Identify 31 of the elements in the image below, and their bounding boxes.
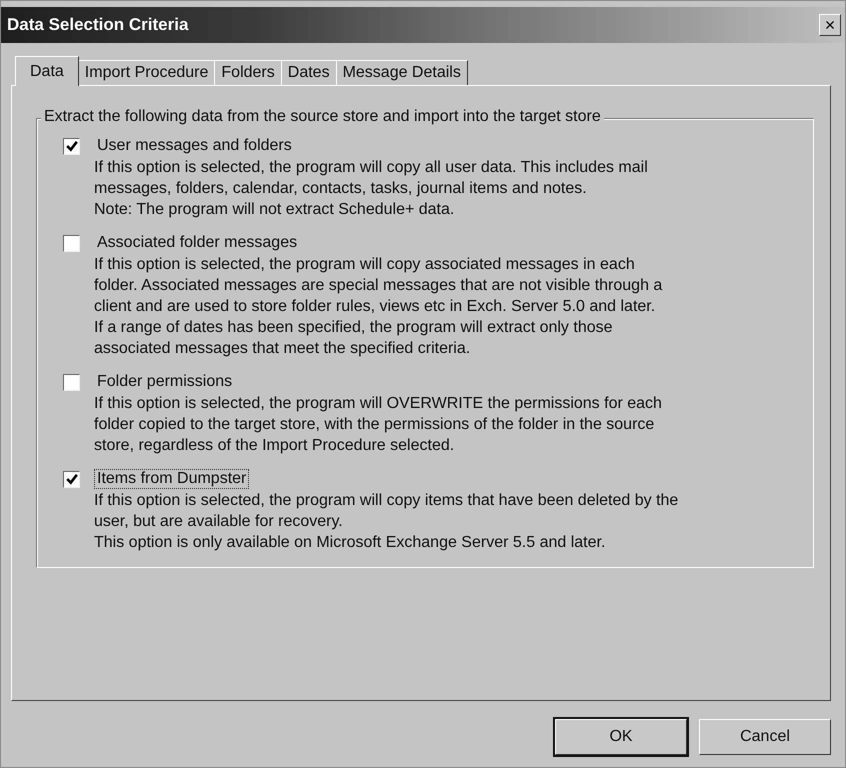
checkbox[interactable] bbox=[63, 138, 80, 154]
description-line: If this option is selected, the program will copy associated messages in each bbox=[94, 255, 636, 275]
checkbox[interactable] bbox=[63, 470, 80, 488]
checkbox[interactable] bbox=[63, 234, 80, 252]
tab[interactable]: Data bbox=[15, 56, 79, 86]
description-line: associated messages that meet the specified criteria. bbox=[94, 339, 472, 359]
description-line: folder. Associated messages are special messages that are not visible through a bbox=[94, 276, 664, 296]
tab[interactable]: Folders bbox=[214, 60, 282, 85]
window-title: Data Selection Criteria bbox=[7, 15, 188, 35]
description-line: If a range of dates has been specified, the program will extract only those bbox=[94, 318, 614, 338]
tab[interactable]: Dates bbox=[280, 60, 337, 85]
description-line: user, but are available for recovery. bbox=[94, 512, 344, 532]
description-line: If this option is selected, the program will copy items that have been deleted by the bbox=[94, 491, 680, 511]
checkbox-label[interactable]: Associated folder messages bbox=[94, 233, 300, 253]
checkbox-label[interactable]: User messages and folders bbox=[94, 136, 295, 156]
checkbox-label[interactable]: Folder permissions bbox=[94, 372, 236, 392]
tab[interactable]: Message Details bbox=[336, 60, 468, 85]
description-line: client and are used to store folder rules, views etc in Exch. Server 5.0 and later. bbox=[94, 297, 656, 317]
description-line: Note: The program will not extract Schedule+ data. bbox=[94, 200, 456, 220]
description-line: folder copied to the target store, with the permissions of the folder in the source bbox=[94, 415, 656, 435]
description-line: This option is only available on Microsoft Exchange Server 5.5 and later. bbox=[94, 533, 606, 553]
description-line: messages, folders, calendar, contacts, tasks, journal items and notes. bbox=[94, 179, 588, 199]
checkbox-label[interactable]: Items from Dumpster bbox=[94, 469, 250, 489]
dialog-button[interactable]: OK bbox=[555, 719, 687, 755]
dialog-button[interactable]: Cancel bbox=[699, 719, 831, 755]
description-line: If this option is selected, the program will OVERWRITE the permissions for each bbox=[94, 394, 663, 414]
description-line: If this option is selected, the program will copy all user data. This includes mail bbox=[94, 158, 649, 178]
close-button[interactable]: × bbox=[819, 14, 841, 36]
description-line: store, regardless of the Import Procedure selected. bbox=[94, 436, 456, 456]
group-title: Extract the following data from the source store and import into the target store bbox=[41, 108, 604, 126]
checkbox[interactable] bbox=[63, 374, 80, 390]
